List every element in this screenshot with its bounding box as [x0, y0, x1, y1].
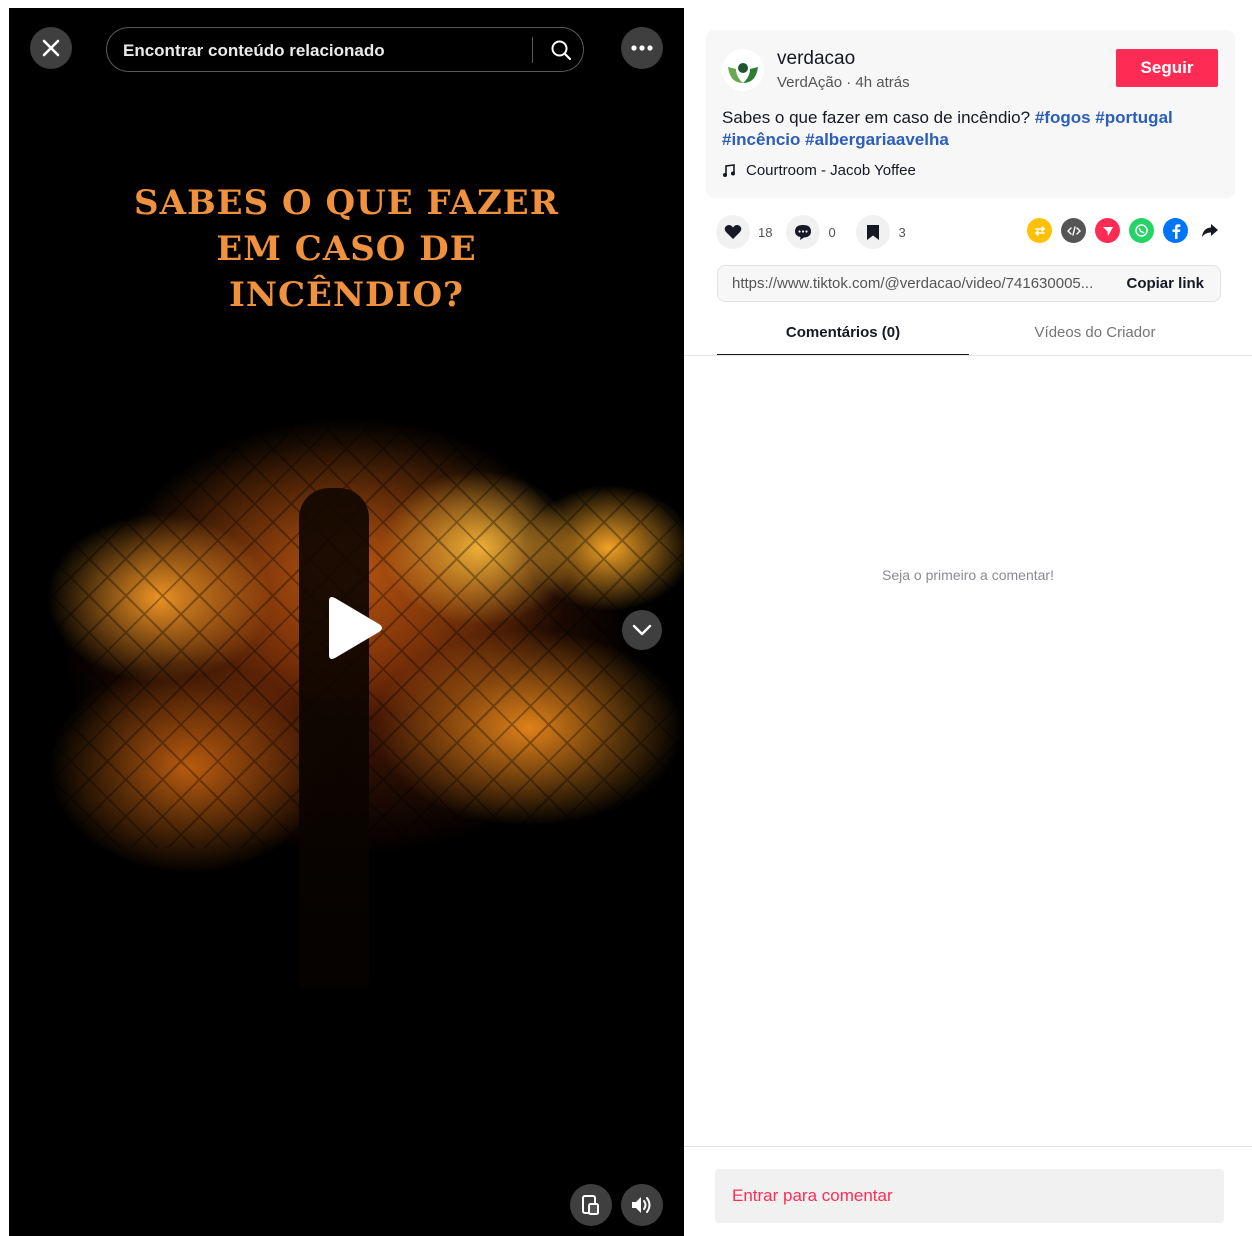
hashtag-link[interactable]: #albergariaavelha — [805, 130, 949, 149]
more-dots-icon — [631, 45, 653, 51]
video-player[interactable]: SABES O QUE FAZER EM CASO DE INCÊNDIO? — [9, 8, 684, 1236]
whatsapp-icon[interactable] — [1129, 218, 1154, 243]
verdacao-logo-icon — [722, 49, 764, 91]
play-button[interactable] — [319, 593, 385, 663]
play-icon — [329, 597, 382, 659]
username[interactable]: verdacao — [777, 48, 855, 70]
login-to-comment-button[interactable]: Entrar para comentar — [715, 1169, 1224, 1223]
copy-link-box: https://www.tiktok.com/@verdacao/video/7… — [717, 265, 1221, 302]
author-subline: VerdAção · 4h atrás — [777, 74, 910, 91]
like-count: 18 — [758, 224, 773, 240]
empty-comments-message: Seja o primeiro a comentar! — [882, 567, 1054, 583]
display-name: VerdAção — [777, 74, 843, 91]
search-divider — [532, 37, 533, 63]
separator-dot: · — [842, 74, 856, 91]
hashtag-link[interactable]: #incêncio — [722, 130, 800, 149]
video-overlay-title: SABES O QUE FAZER EM CASO DE INCÊNDIO? — [9, 180, 684, 318]
like-circle — [716, 215, 750, 249]
avatar[interactable] — [722, 49, 764, 91]
tabs-divider — [684, 355, 1252, 356]
bookmark-icon — [867, 224, 880, 240]
share-row — [1027, 218, 1222, 243]
more-options-button[interactable] — [621, 27, 663, 69]
embed-icon[interactable] — [1061, 218, 1086, 243]
save-button[interactable]: 3 — [856, 215, 912, 249]
repost-icon[interactable] — [1027, 218, 1052, 243]
post-info-card: verdacao VerdAção · 4h atrás Seguir Sabe… — [706, 30, 1235, 198]
like-button[interactable]: 18 — [716, 215, 772, 249]
comment-icon — [795, 224, 812, 240]
chevron-down-icon — [632, 624, 652, 636]
copy-link-button[interactable]: Copiar link — [1126, 275, 1204, 292]
video-title-line: SABES O QUE FAZER — [134, 183, 559, 223]
floating-player-button[interactable] — [570, 1184, 612, 1226]
comment-circle — [786, 215, 821, 249]
hashtag-link[interactable]: #portugal — [1095, 108, 1172, 127]
facebook-icon[interactable] — [1163, 218, 1188, 243]
close-button[interactable] — [30, 27, 72, 69]
search-bar — [106, 27, 584, 73]
search-icon — [551, 40, 572, 61]
comment-count: 0 — [828, 224, 836, 240]
tab-comments[interactable]: Comentários (0) — [717, 316, 969, 356]
volume-icon — [632, 1197, 651, 1213]
action-bar: 18 0 3 — [716, 214, 926, 250]
video-url: https://www.tiktok.com/@verdacao/video/7… — [732, 275, 1094, 292]
save-count: 3 — [898, 224, 906, 240]
post-description: Sabes o que fazer em caso de incêndio? #… — [722, 107, 1202, 151]
heart-icon — [724, 225, 742, 239]
save-circle — [856, 215, 891, 249]
description-text: Sabes o que fazer em caso de incêndio? — [722, 108, 1035, 127]
music-link[interactable]: Courtroom - Jacob Yoffee — [722, 162, 916, 179]
comment-button[interactable]: 0 — [786, 215, 842, 249]
hashtag-link[interactable]: #fogos — [1035, 108, 1091, 127]
tab-bar: Comentários (0) Vídeos do Criador — [717, 316, 1252, 356]
close-icon — [42, 39, 60, 57]
bottom-divider — [684, 1146, 1252, 1147]
post-time: 4h atrás — [855, 74, 910, 91]
fence-post — [299, 488, 369, 988]
tab-creator-videos[interactable]: Vídeos do Criador — [969, 316, 1221, 356]
video-title-line: INCÊNDIO? — [229, 275, 464, 315]
volume-button[interactable] — [621, 1184, 663, 1226]
music-title: Courtroom - Jacob Yoffee — [746, 162, 916, 179]
login-to-comment-label: Entrar para comentar — [732, 1186, 893, 1205]
search-input[interactable] — [121, 28, 525, 73]
search-button[interactable] — [545, 34, 577, 66]
next-video-button[interactable] — [622, 610, 662, 650]
video-title-line: EM CASO DE — [216, 229, 477, 269]
share-arrow-icon[interactable] — [1197, 218, 1222, 243]
music-note-icon — [723, 163, 735, 177]
follow-button[interactable]: Seguir — [1116, 49, 1218, 87]
send-icon[interactable] — [1095, 218, 1120, 243]
floating-player-icon — [582, 1195, 599, 1215]
